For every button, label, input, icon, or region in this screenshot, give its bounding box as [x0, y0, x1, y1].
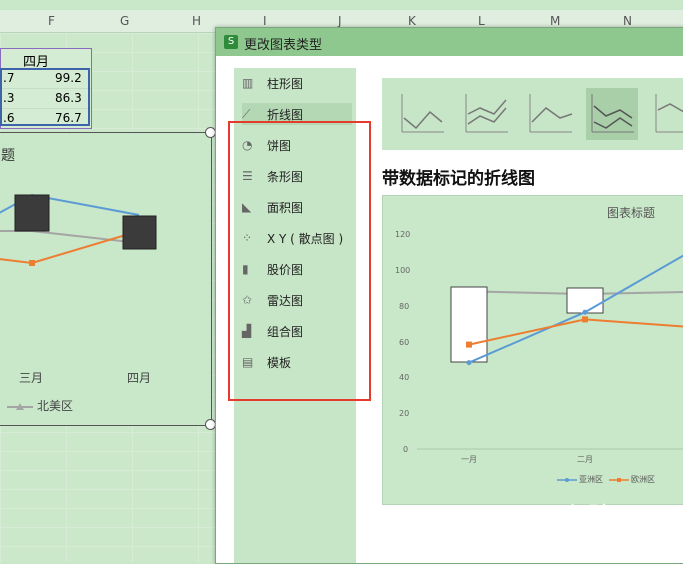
line-chart-icon: ⟋	[242, 107, 251, 121]
x-axis-label: 一月	[461, 455, 477, 464]
legend-label: 亚洲区	[579, 475, 603, 484]
column-header[interactable]: G	[120, 14, 129, 28]
sidebar-item-column[interactable]: ▥ 柱形图	[242, 72, 352, 94]
data-point	[582, 316, 588, 323]
data-marker	[29, 260, 35, 266]
updown-bar	[450, 286, 488, 363]
data-point	[466, 360, 472, 366]
dialog-title: 更改图表类型	[244, 38, 323, 53]
preview-plot	[417, 254, 683, 450]
app-logo-icon: S	[224, 35, 238, 49]
data-point	[466, 341, 472, 348]
legend-label: 欧洲区	[631, 475, 655, 484]
selection-range	[0, 68, 90, 126]
subtype-stacked-line-thumb[interactable]	[460, 88, 512, 140]
column-header[interactable]: N	[623, 14, 632, 28]
watermark-url: jingyan.baidu.com	[525, 528, 627, 541]
column-header[interactable]: L	[478, 14, 485, 28]
x-axis-label: 三月	[19, 371, 44, 385]
column-header[interactable]: F	[48, 14, 55, 28]
column-header[interactable]: J	[338, 14, 342, 28]
x-axis-label: 四月	[127, 371, 152, 385]
column-header[interactable]: H	[192, 14, 201, 28]
updown-bar	[14, 194, 50, 232]
dialog-titlebar[interactable]: S 更改图表类型	[216, 28, 683, 56]
legend-label: 北美区	[37, 399, 74, 413]
legend-marker-blue	[557, 478, 577, 482]
highlight-box	[228, 121, 371, 401]
subtype-gallery	[382, 78, 683, 150]
subtype-line-thumb[interactable]	[396, 88, 448, 140]
bar-chart-icon: ▥	[242, 76, 254, 90]
watermark-logo: Bai 经验	[520, 504, 611, 529]
legend-marker-orange	[609, 478, 629, 482]
subtype-title: 带数据标记的折线图	[382, 169, 535, 189]
sidebar-item-label: 柱形图	[267, 77, 304, 91]
data-point	[582, 309, 588, 315]
x-axis-label: 二月	[577, 455, 593, 464]
column-header[interactable]: K	[408, 14, 416, 28]
legend-marker-gray	[7, 403, 33, 410]
column-header[interactable]: I	[263, 14, 267, 28]
series-line	[468, 318, 683, 346]
subtype-line-markers-thumb[interactable]	[586, 88, 638, 140]
sheet-chart[interactable]: 题 三月 四月 北美区	[0, 132, 212, 426]
updown-bar	[122, 215, 157, 250]
subtype-stacked-markers-thumb[interactable]	[650, 88, 683, 140]
subtype-percent-line-thumb[interactable]	[524, 88, 576, 140]
table-row[interactable]: 四月	[1, 49, 91, 70]
column-header[interactable]: M	[550, 14, 560, 28]
chart-preview: 图表标题 120 100 80 60 40 20 0 一月 二月 亚洲区 欧洲区	[382, 195, 683, 505]
updown-bar	[566, 287, 604, 314]
